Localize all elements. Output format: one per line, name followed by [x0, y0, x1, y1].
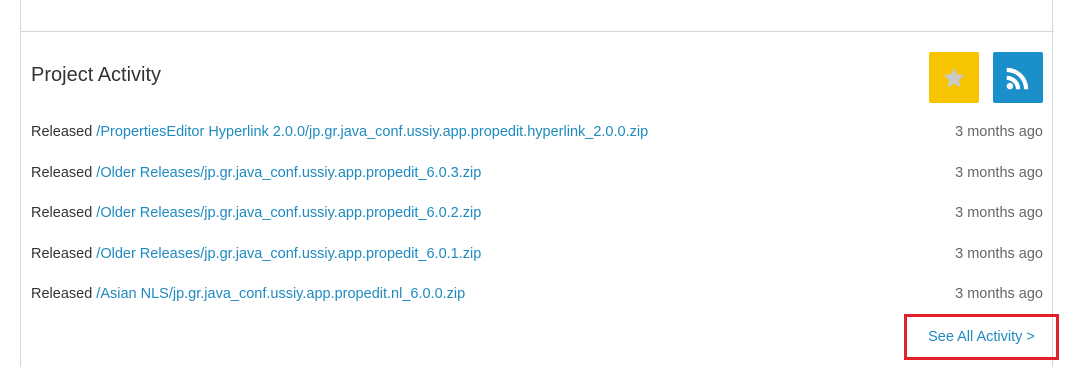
- activity-timestamp: 3 months ago: [955, 286, 1043, 303]
- activity-file-link[interactable]: /Older Releases/jp.gr.java_conf.ussiy.ap…: [96, 165, 481, 181]
- rss-icon: [1006, 67, 1029, 89]
- activity-timestamp: 3 months ago: [955, 124, 1043, 140]
- activity-item: Released /PropertiesEditor Hyperlink 2.0…: [31, 118, 1043, 159]
- activity-verb: Released: [31, 164, 93, 181]
- activity-list: Released /PropertiesEditor Hyperlink 2.0…: [31, 118, 1043, 321]
- activity-verb: Released: [31, 286, 93, 303]
- activity-item: Released /Older Releases/jp.gr.java_conf…: [31, 159, 1043, 200]
- activity-item: Released /Asian NLS/jp.gr.java_conf.ussi…: [31, 280, 1043, 321]
- activity-file-link[interactable]: /Older Releases/jp.gr.java_conf.ussiy.ap…: [96, 246, 481, 262]
- activity-item: Released /Older Releases/jp.gr.java_conf…: [31, 199, 1043, 240]
- rss-feed-button[interactable]: [993, 52, 1043, 103]
- activity-timestamp: 3 months ago: [955, 205, 1043, 222]
- see-all-highlight-box: See All Activity >: [904, 314, 1059, 360]
- see-all-activity-link[interactable]: See All Activity >: [928, 329, 1035, 345]
- activity-file-link[interactable]: /Asian NLS/jp.gr.java_conf.ussiy.app.pro…: [96, 286, 465, 302]
- activity-file-link[interactable]: /PropertiesEditor Hyperlink 2.0.0/jp.gr.…: [96, 124, 648, 140]
- activity-file-link[interactable]: /Older Releases/jp.gr.java_conf.ussiy.ap…: [96, 205, 481, 221]
- activity-verb: Released: [31, 245, 93, 262]
- activity-timestamp: 3 months ago: [955, 245, 1043, 262]
- favorite-button[interactable]: [929, 52, 979, 103]
- section-divider: [20, 31, 1054, 32]
- section-title: Project Activity: [31, 64, 162, 86]
- activity-timestamp: 3 months ago: [955, 164, 1043, 181]
- activity-item: Released /Older Releases/jp.gr.java_conf…: [31, 240, 1043, 281]
- activity-verb: Released: [31, 124, 93, 140]
- activity-verb: Released: [31, 205, 93, 222]
- project-activity-page: Project Activity Released /PropertiesEdi…: [0, 0, 1070, 367]
- star-icon: [943, 67, 965, 87]
